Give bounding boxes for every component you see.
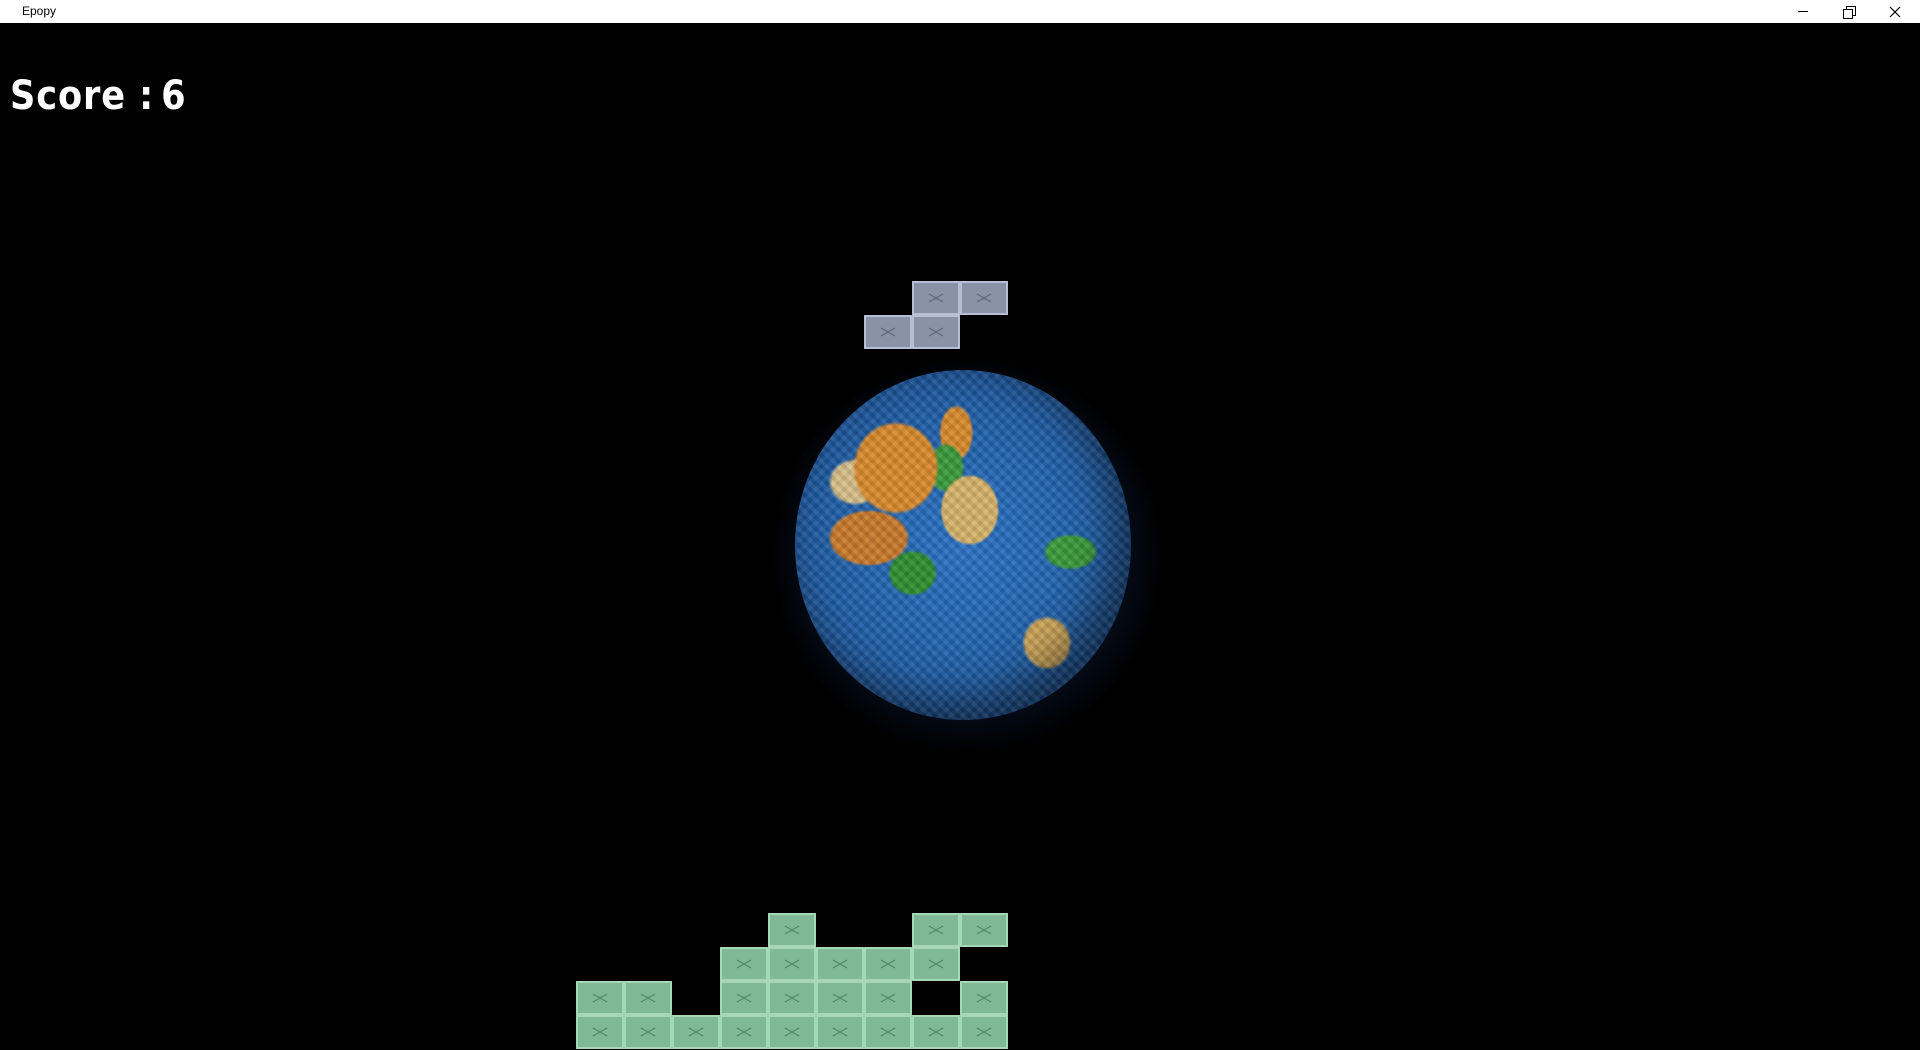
x-mark-icon — [928, 293, 944, 303]
x-mark-icon — [736, 1027, 752, 1037]
x-mark-icon — [784, 959, 800, 969]
stacked-block — [816, 1015, 864, 1049]
close-icon — [1889, 6, 1901, 17]
x-mark-icon — [784, 1027, 800, 1037]
x-mark-icon — [976, 993, 992, 1003]
title-bar: Epopy — [0, 0, 1920, 23]
stacked-block — [960, 913, 1008, 947]
stacked-block — [624, 981, 672, 1015]
game-canvas[interactable]: Score :6 — [0, 23, 1920, 1050]
close-button[interactable] — [1872, 0, 1918, 23]
stacked-block — [672, 1015, 720, 1049]
stacked-block — [864, 947, 912, 981]
stacked-block — [864, 1015, 912, 1049]
stacked-block — [576, 981, 624, 1015]
window-title: Epopy — [22, 4, 57, 18]
falling-block — [912, 281, 960, 315]
stacked-block — [624, 1015, 672, 1049]
score-label: Score : — [10, 73, 155, 119]
stacked-block — [864, 981, 912, 1015]
planet-earth — [795, 370, 1131, 720]
x-mark-icon — [976, 293, 992, 303]
x-mark-icon — [880, 327, 896, 337]
stacked-block — [768, 913, 816, 947]
stacked-block — [960, 1015, 1008, 1049]
falling-block — [864, 315, 912, 349]
minimize-icon — [1798, 11, 1808, 12]
x-mark-icon — [928, 1027, 944, 1037]
x-mark-icon — [832, 1027, 848, 1037]
x-mark-icon — [880, 993, 896, 1003]
x-mark-icon — [832, 959, 848, 969]
x-mark-icon — [880, 959, 896, 969]
x-mark-icon — [976, 1027, 992, 1037]
x-mark-icon — [640, 1027, 656, 1037]
restore-button[interactable] — [1826, 0, 1872, 23]
x-mark-icon — [736, 959, 752, 969]
stacked-block — [768, 1015, 816, 1049]
stacked-block — [912, 1015, 960, 1049]
stacked-block — [720, 947, 768, 981]
stacked-block — [960, 981, 1008, 1015]
stacked-block — [816, 981, 864, 1015]
x-mark-icon — [880, 1027, 896, 1037]
x-mark-icon — [928, 959, 944, 969]
x-mark-icon — [832, 993, 848, 1003]
stacked-block — [768, 947, 816, 981]
stacked-block — [768, 981, 816, 1015]
x-mark-icon — [640, 993, 656, 1003]
minimize-button[interactable] — [1780, 0, 1826, 23]
stacked-block — [912, 947, 960, 981]
falling-block — [912, 315, 960, 349]
falling-block — [960, 281, 1008, 315]
restore-icon — [1843, 5, 1856, 19]
x-mark-icon — [928, 327, 944, 337]
x-mark-icon — [784, 993, 800, 1003]
x-mark-icon — [688, 1027, 704, 1037]
stacked-block — [576, 1015, 624, 1049]
stacked-block — [720, 981, 768, 1015]
x-mark-icon — [928, 925, 944, 935]
x-mark-icon — [592, 993, 608, 1003]
x-mark-icon — [736, 993, 752, 1003]
x-mark-icon — [976, 925, 992, 935]
stacked-block — [720, 1015, 768, 1049]
x-mark-icon — [784, 925, 800, 935]
score-display: Score :6 — [10, 73, 187, 119]
x-mark-icon — [592, 1027, 608, 1037]
stacked-block — [816, 947, 864, 981]
stacked-block — [912, 913, 960, 947]
score-value: 6 — [161, 73, 187, 119]
